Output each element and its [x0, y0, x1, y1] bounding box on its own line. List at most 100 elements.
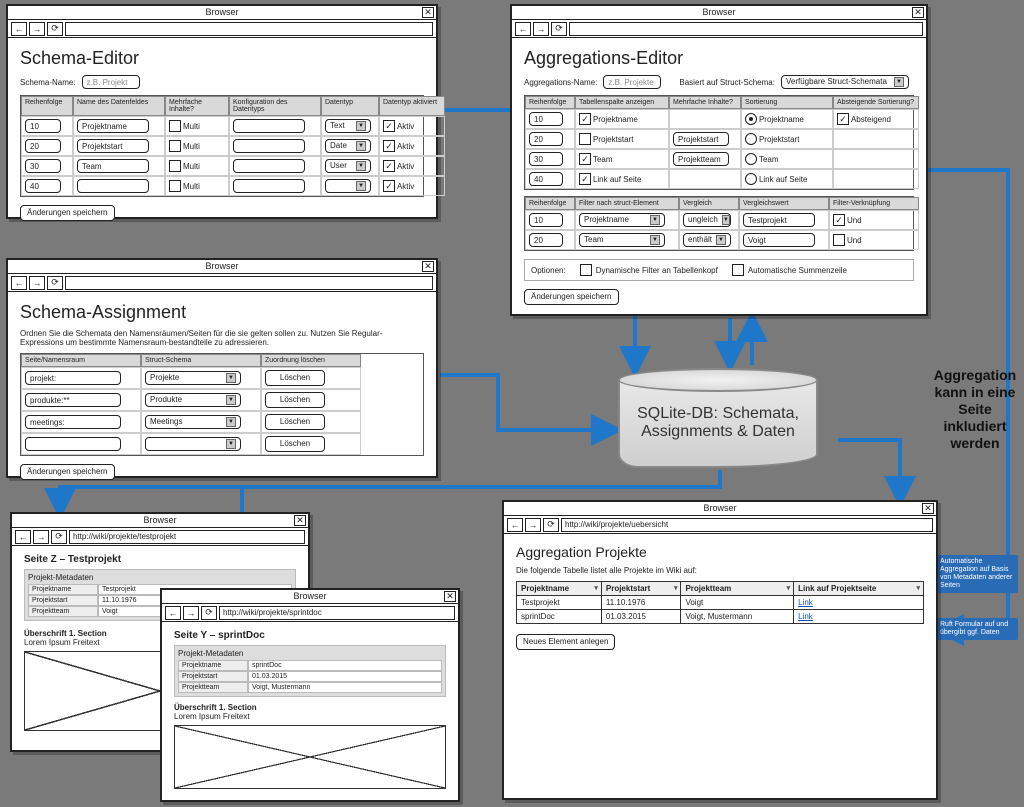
forward-icon[interactable]: → [533, 22, 549, 36]
reload-icon[interactable]: ⟳ [47, 276, 63, 290]
active-checkbox[interactable]: ✓ [383, 140, 395, 152]
datatype-select[interactable]: Text▼ [325, 119, 371, 133]
order-input[interactable]: 10 [529, 112, 563, 126]
save-button[interactable]: Änderungen speichern [524, 289, 619, 305]
url-input[interactable] [65, 22, 433, 36]
order-input[interactable]: 30 [529, 152, 563, 166]
order-input[interactable]: 20 [25, 139, 61, 153]
delete-button[interactable]: Löschen [265, 370, 325, 386]
sort-radio[interactable] [745, 153, 757, 165]
option-sum-row-checkbox[interactable] [732, 264, 744, 276]
show-column-checkbox[interactable]: ✓ [579, 173, 591, 185]
config-input[interactable] [233, 179, 305, 193]
multi-checkbox[interactable] [169, 160, 181, 172]
schema-name-input[interactable]: z.B. Projekt [82, 75, 140, 89]
multi-checkbox[interactable] [169, 140, 181, 152]
back-icon[interactable]: ← [11, 276, 27, 290]
namespace-input[interactable] [25, 437, 121, 451]
forward-icon[interactable]: → [183, 606, 199, 620]
forward-icon[interactable]: → [33, 530, 49, 544]
active-checkbox[interactable]: ✓ [383, 180, 395, 192]
schema-select[interactable]: ▼ [145, 437, 241, 451]
sort-icon[interactable]: ▾ [787, 584, 791, 592]
url-input[interactable]: http://wiki/projekte/sprintdoc [219, 606, 455, 620]
reload-icon[interactable]: ⟳ [201, 606, 217, 620]
desc-checkbox[interactable]: ✓ [837, 113, 849, 125]
field-name-input[interactable]: Projektname [77, 119, 149, 133]
sort-radio[interactable] [745, 173, 757, 185]
back-icon[interactable]: ← [11, 22, 27, 36]
config-input[interactable] [233, 119, 305, 133]
schema-select[interactable]: Meetings▼ [145, 415, 241, 429]
url-input[interactable]: http://wiki/projekte/testprojekt [69, 530, 305, 544]
active-checkbox[interactable]: ✓ [383, 120, 395, 132]
order-input[interactable]: 40 [25, 179, 61, 193]
compare-select[interactable]: ungleich▼ [683, 213, 731, 227]
project-link[interactable]: Link [798, 612, 813, 621]
compare-value-input[interactable]: Testprojekt [743, 213, 815, 227]
back-icon[interactable]: ← [515, 22, 531, 36]
close-icon[interactable]: ✕ [422, 261, 434, 272]
forward-icon[interactable]: → [525, 518, 541, 532]
delete-button[interactable]: Löschen [265, 436, 325, 452]
save-button[interactable]: Änderungen speichern [20, 205, 115, 221]
show-column-checkbox[interactable]: ✓ [579, 113, 591, 125]
back-icon[interactable]: ← [507, 518, 523, 532]
project-link[interactable]: Link [798, 598, 813, 607]
filter-element-select[interactable]: Team▼ [579, 233, 665, 247]
sort-icon[interactable]: ▾ [594, 584, 598, 592]
order-input[interactable]: 10 [25, 119, 61, 133]
schema-select[interactable]: Produkte▼ [145, 393, 241, 407]
close-icon[interactable]: ✕ [294, 515, 306, 526]
schema-select[interactable]: Projekte▼ [145, 371, 241, 385]
datatype-select[interactable]: ▼ [325, 179, 371, 193]
close-icon[interactable]: ✕ [912, 7, 924, 18]
struct-schema-select[interactable]: Verfügbare Struct-Schemata▼ [781, 75, 909, 89]
multi-checkbox[interactable] [169, 180, 181, 192]
compare-value-input[interactable]: Voigt [743, 233, 815, 247]
multi-input[interactable]: Projektstart [673, 132, 729, 146]
multi-input[interactable]: Projektteam [673, 152, 729, 166]
multi-checkbox[interactable] [169, 120, 181, 132]
reload-icon[interactable]: ⟳ [51, 530, 67, 544]
namespace-input[interactable]: produkte:** [25, 393, 121, 407]
url-input[interactable] [569, 22, 923, 36]
close-icon[interactable]: ✕ [422, 7, 434, 18]
save-button[interactable]: Änderungen speichern [20, 464, 115, 480]
new-element-button[interactable]: Neues Element anlegen [516, 634, 615, 650]
field-name-input[interactable]: Projektstart [77, 139, 149, 153]
show-column-checkbox[interactable] [579, 133, 591, 145]
forward-icon[interactable]: → [29, 276, 45, 290]
filter-link-checkbox[interactable] [833, 234, 845, 246]
reload-icon[interactable]: ⟳ [543, 518, 559, 532]
url-input[interactable] [65, 276, 433, 290]
back-icon[interactable]: ← [15, 530, 31, 544]
order-input[interactable]: 20 [529, 132, 563, 146]
datatype-select[interactable]: User▼ [325, 159, 371, 173]
show-column-checkbox[interactable]: ✓ [579, 153, 591, 165]
url-input[interactable]: http://wiki/projekte/uebersicht [561, 518, 933, 532]
field-name-input[interactable] [77, 179, 149, 193]
field-name-input[interactable]: Team [77, 159, 149, 173]
sort-icon[interactable]: ▾ [916, 584, 920, 592]
namespace-input[interactable]: meetings: [25, 415, 121, 429]
sort-radio[interactable] [745, 113, 757, 125]
delete-button[interactable]: Löschen [265, 414, 325, 430]
config-input[interactable] [233, 159, 305, 173]
back-icon[interactable]: ← [165, 606, 181, 620]
order-input[interactable]: 30 [25, 159, 61, 173]
close-icon[interactable]: ✕ [444, 591, 456, 602]
active-checkbox[interactable]: ✓ [383, 160, 395, 172]
order-input[interactable]: 10 [529, 213, 563, 227]
reload-icon[interactable]: ⟳ [551, 22, 567, 36]
config-input[interactable] [233, 139, 305, 153]
close-icon[interactable]: ✕ [922, 503, 934, 514]
aggregation-name-input[interactable]: z.B. Projekte [603, 75, 661, 89]
order-input[interactable]: 40 [529, 172, 563, 186]
datatype-select[interactable]: Date▼ [325, 139, 371, 153]
compare-select[interactable]: enthält▼ [683, 233, 731, 247]
forward-icon[interactable]: → [29, 22, 45, 36]
filter-link-checkbox[interactable]: ✓ [833, 214, 845, 226]
filter-element-select[interactable]: Projektname▼ [579, 213, 665, 227]
namespace-input[interactable]: projekt: [25, 371, 121, 385]
